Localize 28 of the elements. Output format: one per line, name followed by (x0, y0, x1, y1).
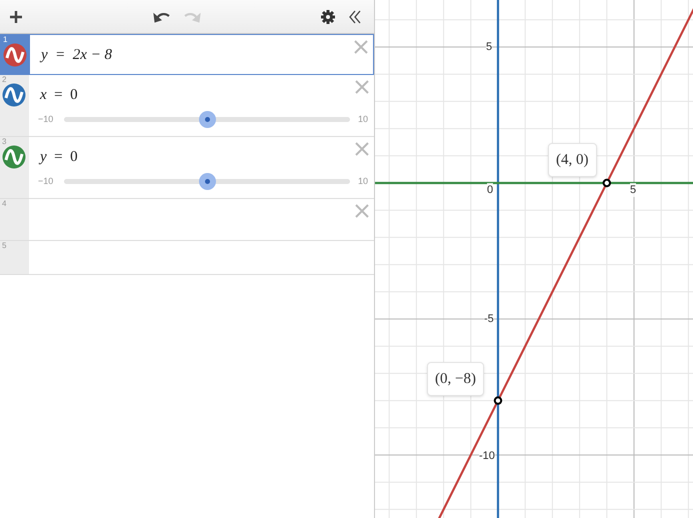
slider-track[interactable] (64, 111, 350, 128)
row-number: 4 (2, 199, 6, 209)
row-number: 1 (3, 35, 8, 45)
point-label: (4, 0) (548, 143, 596, 177)
graph-color-icon[interactable] (2, 83, 26, 107)
slider-track[interactable] (64, 173, 350, 190)
point-marker[interactable] (602, 178, 611, 188)
slider-min: −10 (38, 112, 54, 126)
collapse-icon[interactable] (348, 10, 362, 24)
slider-thumb[interactable] (198, 111, 216, 128)
axis-tick-label: 5 (630, 183, 636, 197)
graph-color-icon[interactable] (3, 43, 27, 67)
row-number: 3 (2, 137, 6, 147)
expression-text[interactable]: x = 0 (40, 85, 78, 105)
point-marker[interactable] (494, 396, 502, 405)
slider-thumb[interactable] (198, 173, 216, 190)
graph-color-icon[interactable] (2, 145, 26, 169)
add-icon[interactable] (8, 8, 24, 24)
slider-max: 10 (358, 174, 368, 188)
slider-max: 10 (358, 112, 368, 126)
slider-min: −10 (38, 174, 54, 188)
settings-icon[interactable] (320, 8, 336, 24)
point-label: (0, −8) (427, 362, 484, 396)
row-number: 2 (2, 75, 6, 85)
row-number: 5 (2, 241, 6, 251)
expression-row[interactable]: 1 y = 2x − 8 (0, 34, 374, 75)
expression-text[interactable]: y = 0 (40, 147, 78, 167)
expression-text[interactable]: y = 2x − 8 (41, 45, 112, 65)
